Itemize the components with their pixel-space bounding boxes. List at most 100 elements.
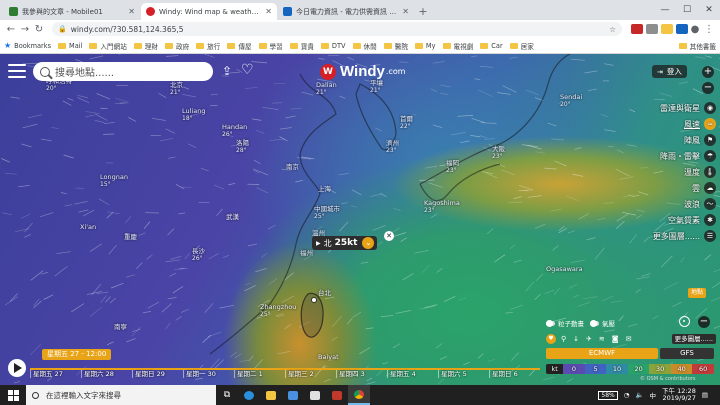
- extension-icon[interactable]: [661, 24, 673, 34]
- city-label[interactable]: 重慶: [124, 234, 137, 241]
- timeline-day[interactable]: 星期六 5: [438, 370, 489, 378]
- share-icon[interactable]: ⇪: [222, 64, 232, 78]
- maximize-icon[interactable]: ☐: [676, 0, 698, 20]
- bookmark-2[interactable]: 入門網站: [89, 41, 127, 51]
- bookmark-3[interactable]: 理財: [133, 41, 158, 51]
- timeline-day[interactable]: 星期日 6: [489, 370, 540, 378]
- other-bookmarks[interactable]: 其他書籤: [678, 41, 716, 51]
- bookmark-13[interactable]: 電視劇: [442, 41, 473, 51]
- bookmark-4[interactable]: 政府: [164, 41, 189, 51]
- timeline-day[interactable]: 星期五 27: [30, 370, 81, 378]
- search-input[interactable]: 搜尋地點......: [33, 62, 213, 81]
- profile-icon[interactable]: ●: [688, 24, 702, 35]
- battery-indicator[interactable]: 58%: [598, 390, 618, 400]
- city-label[interactable]: Xi'an: [80, 224, 96, 231]
- city-label[interactable]: Baiyat: [318, 354, 339, 361]
- bookmark-7[interactable]: 學習: [258, 41, 283, 51]
- layer-item-1[interactable]: 風速 ≈: [626, 116, 716, 132]
- back-icon[interactable]: ←: [4, 24, 18, 35]
- task-view-icon[interactable]: ⧉: [216, 385, 238, 405]
- hamburger-menu-icon[interactable]: [8, 64, 26, 78]
- bookmark-8[interactable]: 寶貴: [289, 41, 314, 51]
- model-gfs[interactable]: GFS: [660, 348, 714, 359]
- locate-icon[interactable]: [679, 316, 690, 327]
- extension-icon[interactable]: [676, 24, 688, 34]
- close-icon[interactable]: ✕: [128, 7, 135, 16]
- city-label[interactable]: 濟州 23°: [386, 140, 399, 155]
- timeline-day[interactable]: 星期五 4: [387, 370, 438, 378]
- city-label[interactable]: 平壤 21°: [370, 80, 383, 95]
- new-tab-button[interactable]: +: [415, 5, 431, 18]
- browser-tab-windy[interactable]: Windy: Wind map & weather fo ✕: [141, 3, 277, 20]
- volume-icon[interactable]: 🔈: [635, 391, 643, 399]
- city-label[interactable]: Handan 26°: [222, 124, 247, 139]
- chat-icon[interactable]: ✉: [626, 335, 632, 343]
- layer-item-2[interactable]: 陣風 ⚑: [626, 132, 716, 148]
- start-button[interactable]: [0, 385, 26, 405]
- city-label[interactable]: Sendai 20°: [560, 94, 582, 109]
- ime-indicator[interactable]: 中: [650, 390, 657, 400]
- url-field[interactable]: 🔒 windy.com/?30.581,124.365,5 ☆: [52, 22, 622, 36]
- city-label[interactable]: 洛陽 28°: [236, 140, 249, 155]
- browser-tab-mobile01[interactable]: 我參與的文章 - Mobile01 ✕: [4, 3, 140, 20]
- city-label[interactable]: Zhangzhou 25°: [260, 304, 296, 319]
- timeline-day[interactable]: 星期六 28: [81, 370, 132, 378]
- layer-item-7[interactable]: 空氣質素 ✱: [626, 212, 716, 228]
- time-badge[interactable]: 星期五 27 - 12:00: [42, 349, 112, 360]
- bookmark-11[interactable]: 醫院: [383, 41, 408, 51]
- bookmark-5[interactable]: 旅行: [196, 41, 220, 51]
- heart-icon[interactable]: ♡: [241, 62, 254, 78]
- forward-icon[interactable]: →: [18, 24, 32, 35]
- bookmark-6[interactable]: 傳屋: [227, 41, 252, 51]
- store-icon[interactable]: [282, 385, 304, 405]
- city-label[interactable]: 福州: [300, 250, 313, 257]
- waves-icon[interactable]: ≋: [599, 335, 605, 343]
- bookmark-0[interactable]: ★ Bookmarks: [4, 41, 51, 50]
- layer-item-0[interactable]: 雷達與衛星 ◉: [626, 100, 716, 116]
- city-label[interactable]: Kagoshima 23°: [424, 200, 460, 215]
- bookmark-15[interactable]: 居家: [509, 41, 534, 51]
- chevron-down-icon[interactable]: ⌄: [362, 237, 375, 249]
- city-label[interactable]: Ogasawara: [546, 266, 583, 273]
- wind-map[interactable]: 呼和浩特 20° 北京 21° Dalian 21° 平壤 21° Sendai 20° Lulia…: [0, 54, 720, 385]
- layer-item-8[interactable]: 更多圖層...... ☰: [626, 228, 716, 244]
- collapse-button[interactable]: −: [698, 316, 710, 328]
- city-label[interactable]: 上海: [318, 186, 331, 193]
- city-label[interactable]: 南寧: [114, 324, 127, 331]
- model-ecmwf[interactable]: ECMWF: [546, 348, 658, 359]
- city-label[interactable]: 長沙 26°: [192, 248, 205, 263]
- city-label[interactable]: 福岡 23°: [446, 160, 459, 175]
- heart-icon[interactable]: ♥: [546, 334, 556, 344]
- browser-tab-power[interactable]: 今日電力資訊 - 電力供需資訊 - 台 ✕: [278, 3, 414, 20]
- city-label[interactable]: 台北: [318, 290, 331, 297]
- pin-icon[interactable]: ⚲: [561, 335, 566, 343]
- more-layers-button[interactable]: 更多圖層......: [671, 334, 716, 344]
- play-button[interactable]: [8, 359, 26, 377]
- notification-icon[interactable]: ▤: [702, 391, 708, 399]
- city-label[interactable]: 北京 21°: [170, 82, 183, 97]
- city-label[interactable]: Longnan 15°: [100, 174, 128, 189]
- pressure-toggle[interactable]: [590, 319, 599, 327]
- close-window-icon[interactable]: ✕: [698, 0, 720, 20]
- network-icon[interactable]: ◔: [624, 391, 630, 399]
- extension-icon[interactable]: [631, 24, 643, 34]
- timeline-day[interactable]: 星期二 1: [234, 370, 285, 378]
- bookmark-star-icon[interactable]: ☆: [609, 25, 616, 34]
- close-icon[interactable]: ✕: [402, 7, 409, 16]
- city-label[interactable]: Luliang 18°: [182, 108, 205, 123]
- bookmark-9[interactable]: DTV: [320, 42, 346, 50]
- edge-icon[interactable]: [238, 385, 260, 405]
- extension-icon[interactable]: [646, 24, 658, 34]
- layer-item-4[interactable]: 溫度 🌡: [626, 164, 716, 180]
- city-label[interactable]: Dalian 21°: [316, 82, 337, 97]
- bookmark-1[interactable]: Mail: [58, 42, 82, 50]
- city-label[interactable]: 武漢: [226, 214, 239, 221]
- timeline[interactable]: 星期五 27 星期六 28 星期日 29 星期一 30 星期二 1 星期三 2 星期四 3星…: [30, 368, 540, 378]
- webcam-icon[interactable]: ◙: [612, 335, 619, 343]
- scale-unit[interactable]: kt: [546, 364, 564, 374]
- timeline-day[interactable]: 星期三 2: [285, 370, 336, 378]
- city-label[interactable]: 大阪 23°: [492, 146, 505, 161]
- arrow-icon[interactable]: ↓: [573, 335, 579, 343]
- layer-item-6[interactable]: 波浪〜: [626, 196, 716, 212]
- location-badge[interactable]: 地點: [688, 288, 707, 298]
